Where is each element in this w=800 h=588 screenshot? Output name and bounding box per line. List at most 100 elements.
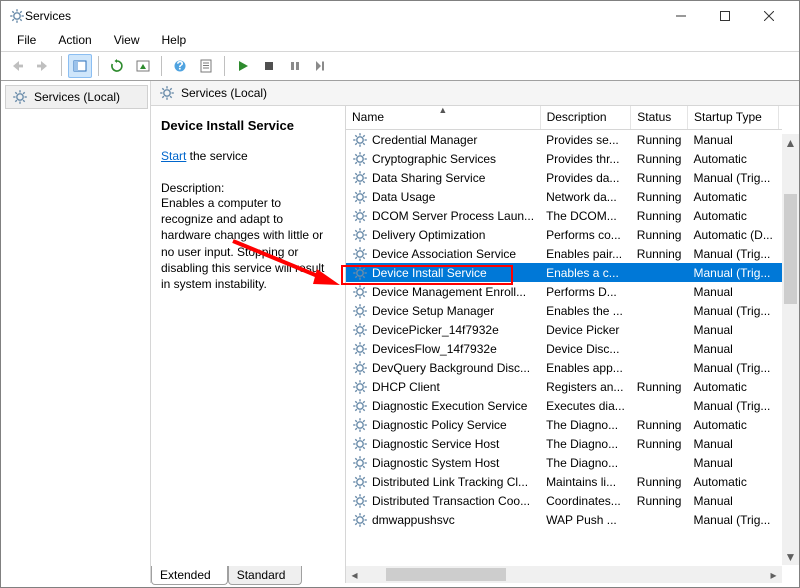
table-row[interactable]: Diagnostic Execution ServiceExecutes dia… [346, 396, 782, 415]
scroll-left-icon[interactable]: ◂ [346, 566, 363, 583]
minimize-button[interactable] [659, 3, 703, 29]
service-name: Diagnostic System Host [372, 456, 499, 470]
description-label: Description: [161, 181, 335, 195]
restart-service-button[interactable] [309, 54, 333, 78]
service-name: Diagnostic Policy Service [372, 418, 507, 432]
stop-service-button[interactable] [257, 54, 281, 78]
table-row[interactable]: Distributed Transaction Coo...Coordinate… [346, 491, 782, 510]
maximize-button[interactable] [703, 3, 747, 29]
service-startup: Manual (Trig... [687, 244, 778, 263]
table-row[interactable]: Data UsageNetwork da...RunningAutomaticL… [346, 187, 782, 206]
service-name: Device Setup Manager [372, 304, 494, 318]
service-name: Cryptographic Services [372, 152, 496, 166]
table-row[interactable]: Distributed Link Tracking Cl...Maintains… [346, 472, 782, 491]
tab-extended[interactable]: Extended [151, 566, 228, 585]
table-row[interactable]: Data Sharing ServiceProvides da...Runnin… [346, 168, 782, 187]
col-name[interactable]: ▲Name [346, 106, 540, 130]
service-name: DevicePicker_14f7932e [372, 323, 499, 337]
forward-button[interactable] [31, 54, 55, 78]
service-name: Delivery Optimization [372, 228, 485, 242]
menu-help[interactable]: Help [152, 31, 197, 49]
service-startup: Manual (Trig... [687, 358, 778, 377]
table-row[interactable]: Device Setup ManagerEnables the ...Manua… [346, 301, 782, 320]
table-row[interactable]: DCOM Server Process Laun...The DCOM...Ru… [346, 206, 782, 225]
service-startup: Manual [687, 282, 778, 301]
table-row[interactable]: dmwappushsvcWAP Push ...Manual (Trig...L… [346, 510, 782, 529]
service-name: Distributed Transaction Coo... [372, 494, 530, 508]
table-row[interactable]: Device Management Enroll...Performs D...… [346, 282, 782, 301]
refresh-button[interactable] [105, 54, 129, 78]
start-service-button[interactable] [231, 54, 255, 78]
service-desc: Enables a c... [540, 263, 631, 282]
service-desc: Provides se... [540, 130, 631, 150]
titlebar: Services [1, 1, 799, 31]
table-row[interactable]: Diagnostic System HostThe Diagno...Manua… [346, 453, 782, 472]
service-name: dmwappushsvc [372, 513, 455, 527]
service-desc: Maintains li... [540, 472, 631, 491]
close-button[interactable] [747, 3, 791, 29]
export-button[interactable] [131, 54, 155, 78]
scroll-right-icon[interactable]: ▸ [765, 566, 782, 583]
help-button[interactable]: ? [168, 54, 192, 78]
table-row[interactable]: Diagnostic Service HostThe Diagno...Runn… [346, 434, 782, 453]
col-startup-type[interactable]: Startup Type [687, 106, 778, 130]
service-startup: Manual (Trig... [687, 301, 778, 320]
back-button[interactable] [5, 54, 29, 78]
table-row[interactable]: DHCP ClientRegisters an...RunningAutomat… [346, 377, 782, 396]
menu-file[interactable]: File [7, 31, 46, 49]
vertical-scrollbar[interactable]: ▲ ▼ [782, 134, 799, 565]
gear-icon [352, 227, 368, 243]
tab-standard[interactable]: Standard [228, 566, 303, 585]
tree-node-services-local[interactable]: Services (Local) [5, 85, 148, 109]
properties-button[interactable] [194, 54, 218, 78]
toolbar: ? [1, 51, 799, 81]
table-row[interactable]: DevicePicker_14f7932eDevice PickerManual… [346, 320, 782, 339]
gear-icon [352, 170, 368, 186]
show-hide-button[interactable] [68, 54, 92, 78]
service-status [631, 358, 688, 377]
table-row[interactable]: Credential ManagerProvides se...RunningM… [346, 130, 782, 150]
service-desc: Enables app... [540, 358, 631, 377]
service-name: Device Management Enroll... [372, 285, 526, 299]
horizontal-scrollbar[interactable]: ◂ ▸ [346, 566, 782, 583]
window-title: Services [25, 9, 659, 23]
pause-service-button[interactable] [283, 54, 307, 78]
gear-icon [352, 341, 368, 357]
service-status: Running [631, 206, 688, 225]
service-status [631, 453, 688, 472]
gear-icon [352, 512, 368, 528]
table-row[interactable]: Device Install ServiceEnables a c...Manu… [346, 263, 782, 282]
gear-icon [352, 151, 368, 167]
table-row[interactable]: Diagnostic Policy ServiceThe Diagno...Ru… [346, 415, 782, 434]
table-row[interactable]: Delivery OptimizationPerforms co...Runni… [346, 225, 782, 244]
service-startup: Automatic [687, 149, 778, 168]
menu-view[interactable]: View [104, 31, 150, 49]
gear-icon [352, 303, 368, 319]
service-title: Device Install Service [161, 118, 335, 133]
tree-node-label: Services (Local) [34, 90, 120, 104]
service-status [631, 301, 688, 320]
gear-icon [352, 246, 368, 262]
service-desc: The Diagno... [540, 415, 631, 434]
start-link[interactable]: Start [161, 149, 186, 163]
service-startup: Automatic (D... [687, 225, 778, 244]
service-desc: The DCOM... [540, 206, 631, 225]
table-row[interactable]: Cryptographic ServicesProvides thr...Run… [346, 149, 782, 168]
console-tree: Services (Local) [1, 81, 151, 583]
col-description[interactable]: Description [540, 106, 631, 130]
table-row[interactable]: Device Association ServiceEnables pair..… [346, 244, 782, 263]
service-status: Running [631, 377, 688, 396]
service-name: DevQuery Background Disc... [372, 361, 530, 375]
table-row[interactable]: DevQuery Background Disc... Enables app..… [346, 358, 782, 377]
service-startup: Automatic [687, 415, 778, 434]
service-name: DevicesFlow_14f7932e [372, 342, 497, 356]
menu-action[interactable]: Action [48, 31, 101, 49]
service-startup: Manual [687, 453, 778, 472]
col-logon[interactable]: Log [779, 106, 782, 130]
col-status[interactable]: Status [631, 106, 688, 130]
description-text: Enables a computer to recognize and adap… [161, 195, 335, 292]
gear-icon [352, 455, 368, 471]
service-status: Running [631, 168, 688, 187]
service-status: Running [631, 187, 688, 206]
table-row[interactable]: DevicesFlow_14f7932eDevice Disc...Manual… [346, 339, 782, 358]
